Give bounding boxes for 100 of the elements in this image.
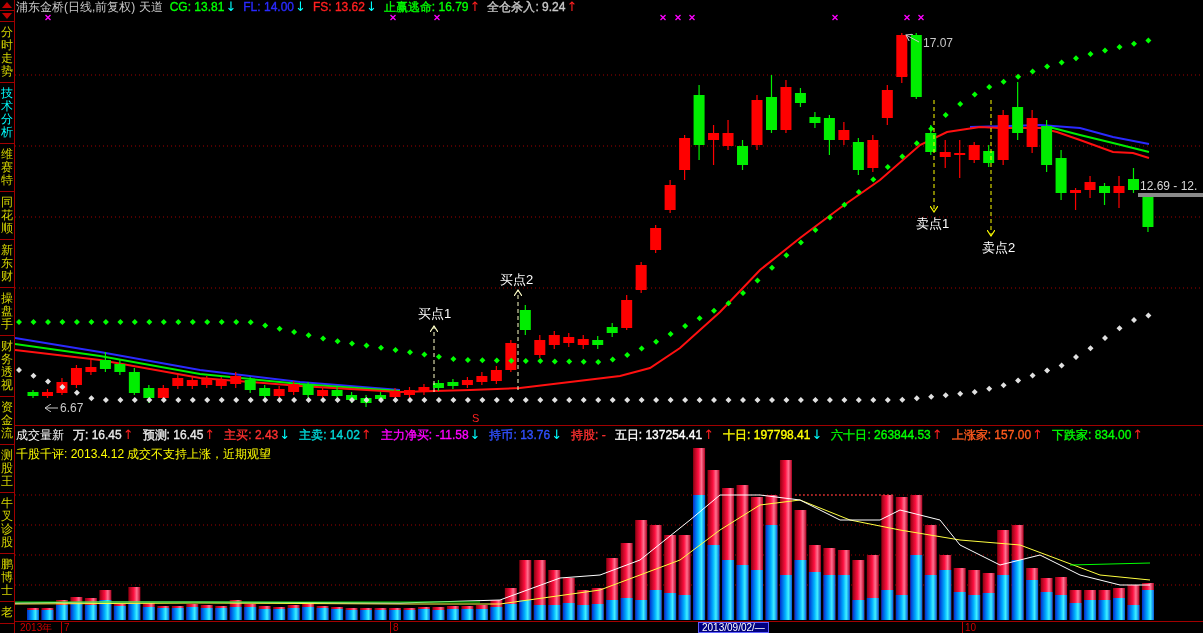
volume-bar bbox=[27, 608, 39, 620]
volume-bar bbox=[1040, 578, 1053, 620]
volume-bar bbox=[200, 605, 213, 620]
axis-label: 7 bbox=[61, 622, 70, 633]
cross-marker-icon bbox=[903, 14, 911, 21]
sell-signal-label: 卖点1 bbox=[916, 216, 950, 231]
stock-title: 浦东金桥(日线,前复权) 天道 bbox=[16, 0, 163, 14]
trend-arrow: ↓ bbox=[295, 0, 306, 14]
volume-bar bbox=[316, 606, 329, 620]
candlestick bbox=[490, 365, 502, 385]
candlestick bbox=[679, 134, 691, 181]
trend-arrow: ↑ bbox=[469, 0, 481, 14]
triangle-up-icon bbox=[2, 2, 12, 8]
candlestick bbox=[1012, 81, 1024, 141]
candlestick bbox=[230, 371, 242, 389]
trend-arrow: ↓ bbox=[225, 0, 237, 14]
indicator-value: 主买: 2.43 bbox=[224, 427, 279, 443]
candlestick bbox=[1026, 109, 1038, 154]
volume-bar bbox=[562, 578, 575, 620]
candlestick bbox=[939, 139, 951, 169]
volume-bar bbox=[1141, 583, 1154, 620]
indicator-value: FL: 14.00 bbox=[243, 0, 294, 14]
candlestick bbox=[534, 334, 546, 359]
candlestick bbox=[70, 364, 82, 389]
indicator-value: 主卖: 14.02 bbox=[299, 427, 360, 443]
price-label: 17.07 bbox=[923, 36, 954, 50]
candlestick bbox=[708, 124, 720, 166]
indicator-value: 持股: - bbox=[571, 427, 606, 443]
candlestick bbox=[99, 351, 111, 373]
candlestick bbox=[621, 294, 633, 331]
indicator-value: 六十日: 263844.53 bbox=[831, 427, 931, 443]
trend-arrow: ↓ bbox=[469, 428, 481, 442]
candlestick bbox=[114, 359, 126, 376]
volume-bar bbox=[446, 606, 459, 620]
candlestick bbox=[1099, 182, 1110, 206]
axis-label: 10 bbox=[962, 622, 977, 633]
candlestick bbox=[867, 134, 879, 173]
candlestick bbox=[201, 375, 213, 389]
candlestick bbox=[42, 388, 53, 399]
price-cursor-bar bbox=[1138, 193, 1203, 197]
volume-bar bbox=[577, 590, 590, 620]
volume-bar bbox=[244, 604, 257, 620]
indicator-value: 主力净买: -11.58 bbox=[380, 427, 469, 443]
indicator-value: 上涨家: 157.00 bbox=[951, 427, 1032, 443]
indicator-value: 持币: 13.76 bbox=[489, 427, 551, 443]
candlestick bbox=[505, 339, 517, 373]
indicator-value: 全仓杀入: 9.24 bbox=[487, 0, 566, 14]
candlestick bbox=[635, 261, 647, 294]
candlestick bbox=[273, 385, 285, 400]
volume-bar bbox=[229, 600, 242, 620]
volume-bar bbox=[157, 606, 170, 620]
candlestick bbox=[925, 124, 937, 156]
cursor-price-label: 12.69 - 12. bbox=[1140, 179, 1198, 193]
volume-bar bbox=[258, 606, 271, 620]
candlestick bbox=[302, 381, 314, 399]
candlestick bbox=[186, 376, 198, 390]
volume-bar bbox=[982, 573, 995, 620]
volume-bar bbox=[403, 608, 416, 620]
candlestick bbox=[418, 383, 430, 396]
candlestick bbox=[1055, 149, 1067, 201]
candlestick bbox=[737, 139, 748, 171]
scroll-up-button[interactable] bbox=[0, 0, 14, 11]
candlestick bbox=[896, 32, 908, 84]
volume-bar bbox=[171, 606, 184, 620]
axis-label: 2013年 bbox=[20, 622, 53, 633]
indicator-value: 万: 16.45 bbox=[73, 427, 122, 443]
cross-marker-icon bbox=[44, 14, 52, 21]
stock-comment: 千股千评: 2013.4.12 成交不支持上涨，近期观望 bbox=[16, 447, 272, 461]
trend-arrow: ↑ bbox=[204, 428, 216, 442]
trend-arrow: ↓ bbox=[551, 428, 563, 442]
volume-bar bbox=[1127, 585, 1140, 620]
candlestick bbox=[1084, 175, 1096, 199]
volume-bar bbox=[345, 608, 358, 620]
candlestick bbox=[606, 322, 618, 338]
candlestick bbox=[519, 304, 531, 336]
cross-marker-icon bbox=[674, 14, 682, 21]
candlestick bbox=[1142, 194, 1154, 233]
volume-bar bbox=[389, 608, 401, 620]
axis-label: 8 bbox=[390, 622, 399, 633]
trend-arrow: ↓ bbox=[811, 428, 823, 442]
trend-arrow: ↓ bbox=[279, 428, 291, 442]
volume-bar bbox=[475, 605, 488, 620]
candlestick bbox=[548, 330, 560, 350]
scroll-down-button[interactable] bbox=[0, 11, 14, 22]
candlestick bbox=[85, 359, 97, 376]
candlestick bbox=[766, 74, 777, 134]
indicator-value: FS: 13.62 bbox=[312, 0, 365, 14]
candlestick bbox=[288, 380, 300, 396]
cross-marker-icon bbox=[831, 14, 839, 21]
candlestick bbox=[389, 387, 401, 401]
volume-bar bbox=[866, 555, 879, 620]
candlestick bbox=[650, 224, 662, 254]
volume-bar bbox=[287, 605, 300, 620]
candlestick bbox=[432, 379, 444, 392]
sidebar-tab[interactable]: 新东财 bbox=[0, 240, 14, 288]
volume-bar bbox=[953, 568, 966, 620]
volume-bar bbox=[1026, 568, 1039, 620]
cross-marker-icon bbox=[389, 14, 397, 21]
candlestick bbox=[852, 137, 864, 176]
candlestick bbox=[809, 111, 821, 129]
